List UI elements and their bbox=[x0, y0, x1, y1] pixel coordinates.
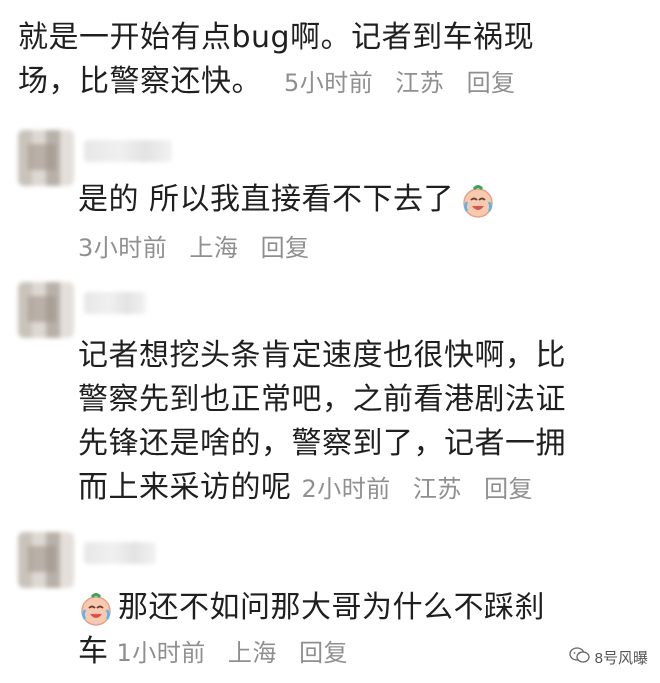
watermark: 8号风曝 bbox=[569, 646, 648, 668]
comment-text: 是的 所以我直接看不下去了 bbox=[78, 182, 455, 217]
username[interactable] bbox=[84, 542, 156, 564]
comment-location: 上海 bbox=[189, 234, 239, 262]
comment-text-line: 就是一开始有点bug啊。记者到车祸现 bbox=[18, 20, 535, 55]
comment-time: 3小时前 bbox=[78, 234, 168, 262]
comment-text-line: 记者想挖头条肯定速度也很快啊，比 bbox=[78, 338, 566, 373]
comment-text-line: 车 bbox=[78, 634, 109, 669]
crying-laughing-emoji-icon bbox=[460, 183, 496, 218]
avatar[interactable] bbox=[18, 282, 74, 338]
comment-1-row: 场，比警察还快。 5小时前 江苏 回复 bbox=[18, 62, 530, 102]
comment-3-last-row: 而上来采访的呢 2小时前 江苏 回复 bbox=[78, 468, 547, 508]
comment-location: 上海 bbox=[227, 639, 277, 667]
comment-meta: 2小时前 江苏 回复 bbox=[302, 469, 548, 504]
wechat-icon bbox=[569, 646, 591, 668]
reply-button[interactable]: 回复 bbox=[261, 234, 310, 262]
comment-4-first-row: 那还不如问那大哥为什么不踩刹 bbox=[78, 588, 545, 628]
crying-laughing-emoji-icon bbox=[78, 591, 114, 626]
comment-text-line: 警察先到也正常吧，之前看港剧法证 bbox=[78, 382, 566, 417]
comment-meta: 1小时前 上海 回复 bbox=[117, 633, 363, 668]
avatar[interactable] bbox=[18, 532, 74, 588]
username[interactable] bbox=[84, 292, 146, 314]
comment-4-last-row: 车 1小时前 上海 回复 bbox=[78, 632, 362, 672]
reply-button[interactable]: 回复 bbox=[484, 475, 533, 503]
comment-text-line: 场，比警察还快。 bbox=[18, 64, 262, 99]
comment-thread: { "comment1": { "line1": "就是一开始有点bug啊。记者… bbox=[0, 0, 660, 683]
reply-button[interactable]: 回复 bbox=[467, 69, 516, 97]
comment-text-line: 那还不如问那大哥为什么不踩刹 bbox=[118, 590, 545, 625]
comment-2-row: 是的 所以我直接看不下去了 bbox=[78, 180, 496, 220]
avatar[interactable] bbox=[18, 130, 74, 186]
comment-meta: 3小时前 上海 回复 bbox=[78, 228, 324, 263]
reply-button[interactable]: 回复 bbox=[299, 639, 348, 667]
comment-text-line: 先锋还是啥的，警察到了，记者一拥 bbox=[78, 426, 566, 461]
comment-time: 5小时前 bbox=[284, 69, 374, 97]
username[interactable] bbox=[84, 140, 172, 162]
comment-text-line: 而上来采访的呢 bbox=[78, 470, 292, 505]
comment-time: 1小时前 bbox=[116, 639, 206, 667]
comment-meta: 5小时前 江苏 回复 bbox=[284, 63, 530, 98]
comment-location: 江苏 bbox=[395, 69, 445, 97]
comment-location: 江苏 bbox=[412, 475, 462, 503]
comment-time: 2小时前 bbox=[301, 475, 391, 503]
watermark-text: 8号风曝 bbox=[594, 649, 648, 667]
